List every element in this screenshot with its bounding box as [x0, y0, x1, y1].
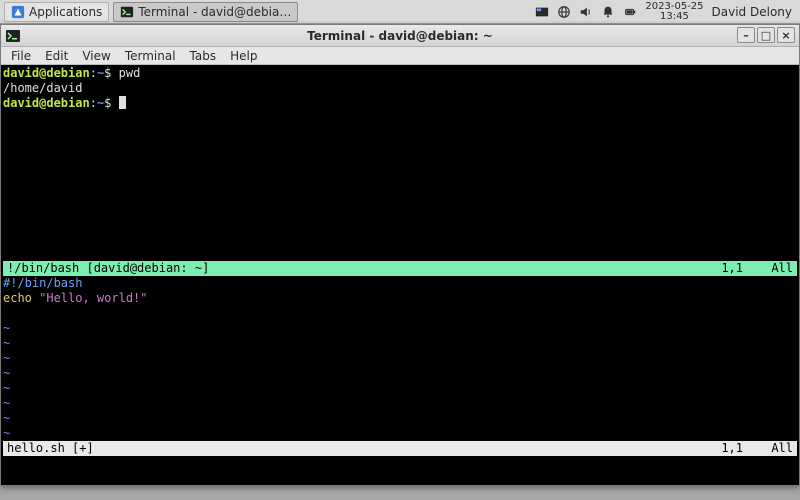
notifications-icon[interactable]: [601, 5, 615, 19]
menu-file[interactable]: File: [5, 48, 37, 64]
terminal-viewport[interactable]: david@debian:~$ pwd /home/david david@de…: [1, 65, 799, 485]
window-buttons: – □ ×: [737, 27, 795, 43]
vim-status-top-pct: All: [743, 261, 793, 276]
clock-date: 2023-05-25: [645, 2, 703, 12]
vim-line: #!/bin/bash: [3, 276, 797, 291]
system-tray: 2023-05-25 13:45 David Delony: [535, 2, 796, 22]
user-name-label[interactable]: David Delony: [712, 5, 792, 19]
blank-line: [3, 141, 797, 156]
prompt-dollar: $: [104, 96, 118, 110]
blank-line: [3, 246, 797, 261]
prompt-user: david@debian: [3, 66, 90, 80]
window-titlebar[interactable]: Terminal - david@debian: ~ – □ ×: [1, 25, 799, 47]
menu-tabs[interactable]: Tabs: [184, 48, 223, 64]
vim-tilde: ~: [3, 396, 797, 411]
vim-tilde: ~: [3, 381, 797, 396]
blank-line: [3, 126, 797, 141]
desktop-panel: Applications Terminal - david@debia… 202…: [0, 0, 800, 24]
vim-tilde: ~: [3, 426, 797, 441]
vim-status-bottom-pos: 1,1: [663, 441, 743, 456]
applications-icon: [11, 5, 25, 19]
clock-time: 13:45: [645, 12, 703, 22]
vim-status-top-pos: 1,1: [663, 261, 743, 276]
prompt-user: david@debian: [3, 96, 90, 110]
prompt-sep: :: [90, 66, 97, 80]
shell-line: david@debian:~$: [3, 96, 797, 111]
applications-label: Applications: [29, 5, 102, 19]
blank-line: [3, 111, 797, 126]
vim-statusline-bottom: hello.sh [+] 1,1 All: [3, 441, 797, 456]
menu-edit[interactable]: Edit: [39, 48, 74, 64]
cursor-icon: [119, 96, 126, 109]
vim-tilde: ~: [3, 411, 797, 426]
blank-line: [3, 306, 797, 321]
vim-tilde: ~: [3, 321, 797, 336]
vim-tilde: ~: [3, 366, 797, 381]
clock[interactable]: 2023-05-25 13:45: [645, 2, 703, 22]
blank-line: [3, 231, 797, 246]
network-icon[interactable]: [557, 5, 571, 19]
vim-statusline-top: !/bin/bash [david@debian: ~] 1,1 All: [3, 261, 797, 276]
minimize-button[interactable]: –: [737, 27, 755, 43]
vim-string: "Hello, world!": [39, 291, 147, 305]
blank-line: [3, 216, 797, 231]
vim-keyword: echo: [3, 291, 39, 305]
window-menubar: File Edit View Terminal Tabs Help: [1, 47, 799, 65]
vim-status-bottom-pct: All: [743, 441, 793, 456]
terminal-window: Terminal - david@debian: ~ – □ × File Ed…: [0, 24, 800, 486]
taskbar-item-terminal[interactable]: Terminal - david@debia…: [113, 2, 298, 22]
taskbar-item-label: Terminal - david@debia…: [138, 5, 291, 19]
applications-menu-button[interactable]: Applications: [4, 2, 109, 22]
vim-line: echo "Hello, world!": [3, 291, 797, 306]
terminal-icon: [120, 5, 134, 19]
shell-output: /home/david: [3, 81, 797, 96]
window-title: Terminal - david@debian: ~: [307, 29, 493, 43]
vim-shebang: #!/bin/bash: [3, 276, 82, 290]
menu-terminal[interactable]: Terminal: [119, 48, 182, 64]
vim-tilde: ~: [3, 351, 797, 366]
prompt-sep: :: [90, 96, 97, 110]
window-app-icon: [5, 28, 21, 47]
prompt-dollar: $: [104, 66, 118, 80]
menu-help[interactable]: Help: [224, 48, 263, 64]
volume-icon[interactable]: [579, 5, 593, 19]
close-button[interactable]: ×: [777, 27, 795, 43]
blank-line: [3, 201, 797, 216]
shell-line: david@debian:~$ pwd: [3, 66, 797, 81]
blank-line: [3, 456, 797, 471]
vim-status-top-label: !/bin/bash [david@debian: ~]: [7, 261, 663, 276]
blank-line: [3, 156, 797, 171]
blank-line: [3, 171, 797, 186]
workspace-switcher-icon[interactable]: [535, 5, 549, 19]
menu-view[interactable]: View: [76, 48, 116, 64]
vim-tilde: ~: [3, 336, 797, 351]
shell-command: pwd: [119, 66, 141, 80]
vim-status-bottom-file: hello.sh [+]: [7, 441, 663, 456]
maximize-button[interactable]: □: [757, 27, 775, 43]
power-icon[interactable]: [623, 5, 637, 19]
blank-line: [3, 186, 797, 201]
